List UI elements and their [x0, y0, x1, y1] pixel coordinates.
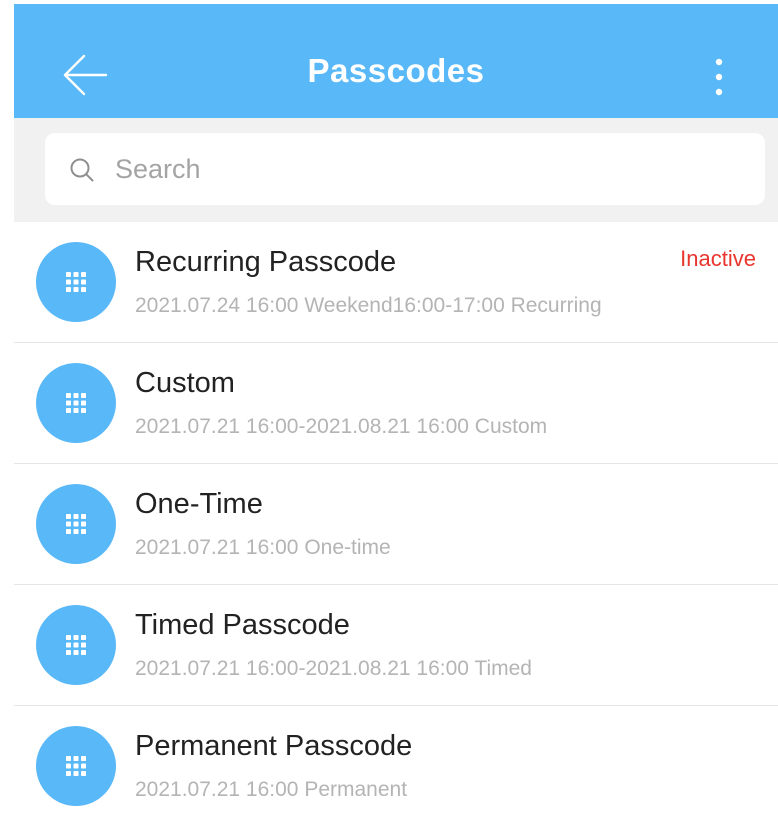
keypad-icon: [66, 272, 86, 292]
passcode-title: Recurring Passcode: [135, 246, 397, 278]
passcode-subtitle: 2021.07.21 16:00-2021.08.21 16:00 Timed: [135, 657, 532, 680]
keypad-avatar: [36, 242, 116, 322]
passcode-title: Custom: [135, 367, 235, 399]
passcode-title: Permanent Passcode: [135, 730, 413, 762]
search-box[interactable]: [45, 133, 765, 205]
passcode-title: One-Time: [135, 488, 263, 520]
passcode-row[interactable]: Permanent Passcode 2021.07.21 16:00 Perm…: [14, 706, 778, 822]
keypad-icon: [66, 635, 86, 655]
passcode-row[interactable]: Custom 2021.07.21 16:00-2021.08.21 16:00…: [14, 343, 778, 464]
passcode-row[interactable]: Timed Passcode 2021.07.21 16:00-2021.08.…: [14, 585, 778, 706]
passcode-row[interactable]: One-Time 2021.07.21 16:00 One-time: [14, 464, 778, 585]
header-bar: Passcodes: [14, 4, 778, 118]
keypad-avatar: [36, 363, 116, 443]
passcode-row[interactable]: Recurring Passcode 2021.07.24 16:00 Week…: [14, 222, 778, 343]
keypad-icon: [66, 514, 86, 534]
more-vertical-icon: [715, 58, 723, 96]
passcode-subtitle: 2021.07.21 16:00 One-time: [135, 536, 391, 559]
keypad-avatar: [36, 605, 116, 685]
keypad-icon: [66, 393, 86, 413]
page-title: Passcodes: [307, 52, 485, 89]
status-badge: Inactive: [680, 246, 756, 271]
passcode-subtitle: 2021.07.24 16:00 Weekend16:00-17:00 Recu…: [135, 294, 602, 317]
passcode-subtitle: 2021.07.21 16:00-2021.08.21 16:00 Custom: [135, 415, 548, 438]
keypad-avatar: [36, 484, 116, 564]
search-input[interactable]: [115, 147, 735, 191]
keypad-icon: [66, 756, 86, 776]
passcode-title: Timed Passcode: [135, 609, 350, 641]
search-icon: [70, 158, 94, 182]
search-area: [14, 118, 778, 222]
more-button[interactable]: [704, 56, 734, 98]
passcode-subtitle: 2021.07.21 16:00 Permanent: [135, 778, 408, 801]
keypad-avatar: [36, 726, 116, 806]
passcodes-screen: Passcodes Search Recurring Passcode 2021…: [0, 0, 778, 822]
passcode-list: Recurring Passcode 2021.07.24 16:00 Week…: [14, 222, 778, 822]
